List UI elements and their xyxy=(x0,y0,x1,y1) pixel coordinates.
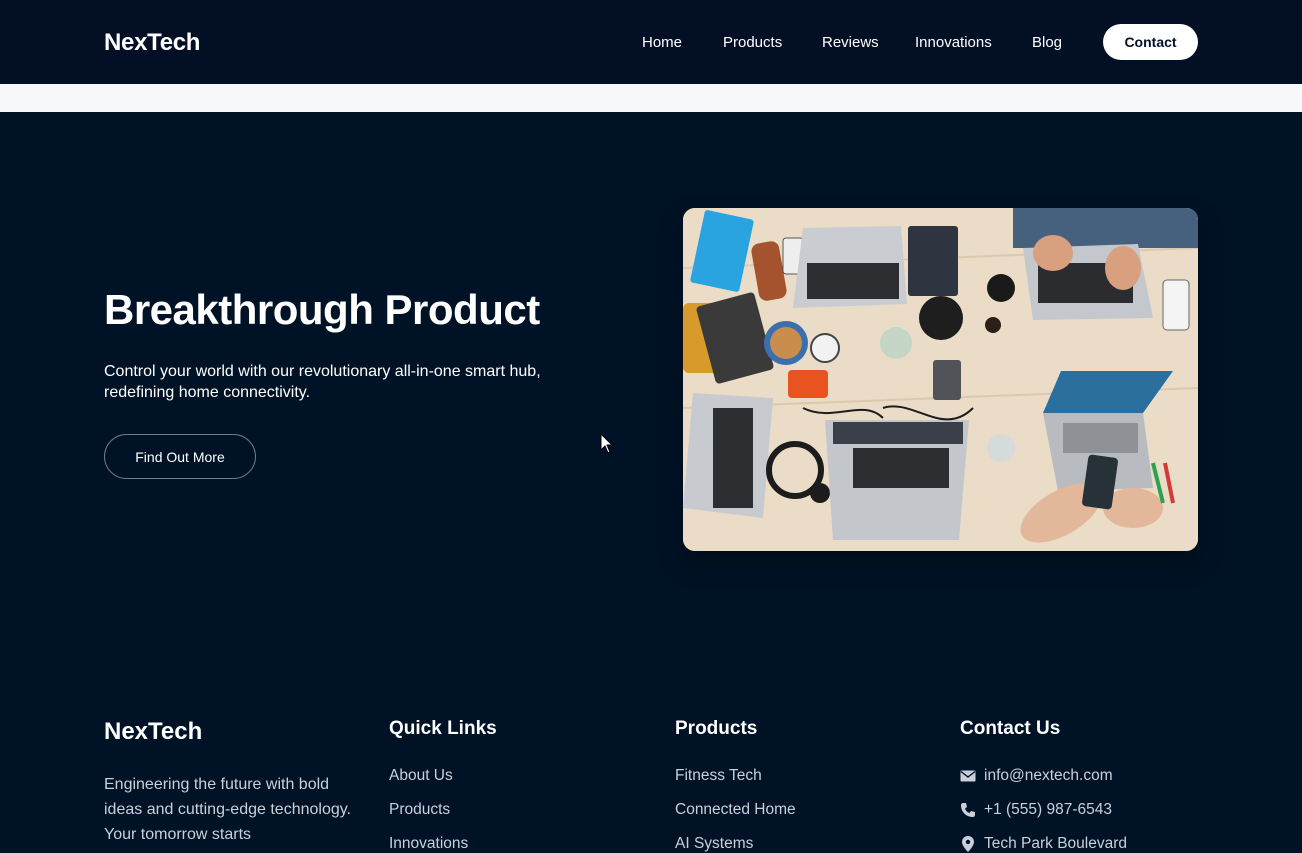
quick-links-heading: Quick Links xyxy=(389,718,497,739)
workspace-photo-illustration xyxy=(683,208,1198,551)
footer-email[interactable]: info@nextech.com xyxy=(960,767,1113,785)
footer-link-connected-home[interactable]: Connected Home xyxy=(675,801,796,819)
envelope-icon xyxy=(960,770,976,782)
hero-title: Breakthrough Product xyxy=(104,286,540,333)
footer-email-text: info@nextech.com xyxy=(984,767,1113,784)
nav-link-reviews[interactable]: Reviews xyxy=(822,34,879,51)
products-heading: Products xyxy=(675,718,758,739)
hero-image xyxy=(683,208,1198,551)
footer-phone[interactable]: +1 (555) 987-6543 xyxy=(960,801,1112,819)
footer-brand: NexTech xyxy=(104,718,203,745)
section-divider-strip xyxy=(0,84,1302,112)
hero-description: Control your world with our revolutionar… xyxy=(104,363,541,401)
nav-link-innovations[interactable]: Innovations xyxy=(915,34,992,51)
mouse-cursor-icon xyxy=(600,433,614,454)
footer-address-text: Tech Park Boulevard xyxy=(984,835,1128,852)
find-out-more-button[interactable]: Find Out More xyxy=(104,434,256,479)
footer-description: Engineering the future with bold ideas a… xyxy=(104,776,351,843)
top-navbar: NexTech Home Products Reviews Innovation… xyxy=(0,0,1302,84)
footer-phone-text: +1 (555) 987-6543 xyxy=(984,801,1112,818)
contact-us-heading: Contact Us xyxy=(960,718,1061,739)
nav-link-products[interactable]: Products xyxy=(723,34,782,51)
footer-link-fitness-tech[interactable]: Fitness Tech xyxy=(675,767,762,785)
phone-icon xyxy=(961,803,975,817)
nav-link-home[interactable]: Home xyxy=(642,34,682,51)
footer-link-about-us[interactable]: About Us xyxy=(389,767,453,785)
footer-address: Tech Park Boulevard xyxy=(960,835,1127,853)
footer-link-ai-systems[interactable]: AI Systems xyxy=(675,835,753,853)
footer-link-innovations[interactable]: Innovations xyxy=(389,835,468,853)
footer-link-products[interactable]: Products xyxy=(389,801,450,819)
nav-link-blog[interactable]: Blog xyxy=(1032,34,1062,51)
brand-logo[interactable]: NexTech xyxy=(104,29,200,57)
contact-button[interactable]: Contact xyxy=(1103,24,1198,60)
location-pin-icon xyxy=(962,836,974,852)
